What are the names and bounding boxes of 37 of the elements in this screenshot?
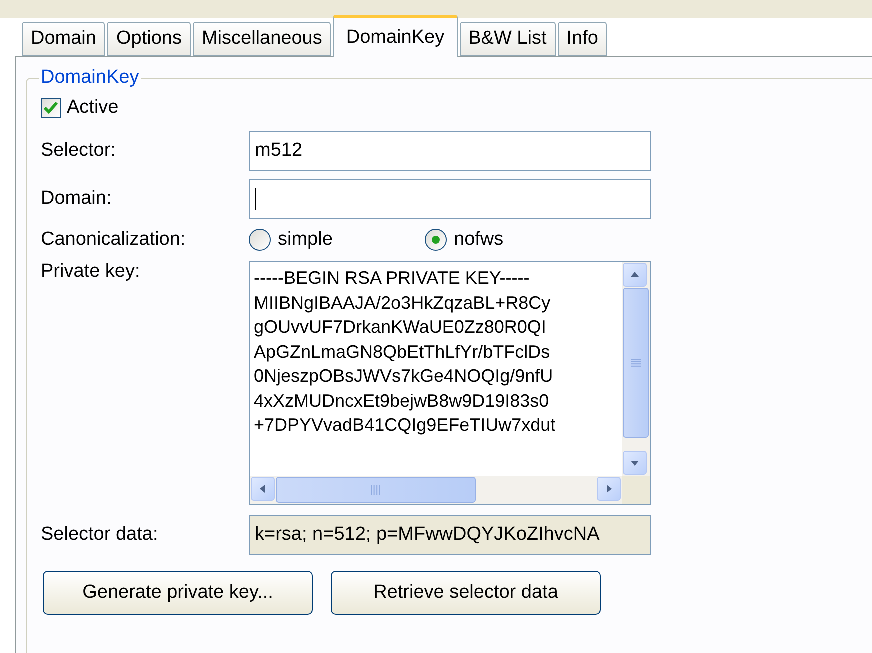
scrollbar-corner xyxy=(622,476,650,504)
action-button[interactable]: Generate private key... xyxy=(43,571,313,615)
checkbox-label: Active xyxy=(67,97,119,119)
selector-field[interactable]: m512 xyxy=(249,131,651,171)
field-label: Domain: xyxy=(41,188,113,210)
key-line: 0NjeszpOBsJWVs7kGe4NOQIg/9nfU xyxy=(254,365,554,388)
action-button[interactable]: Retrieve selector data xyxy=(331,571,601,615)
key-line: gOUvvUF7DrkanKWaUE0Zz80R0QI xyxy=(254,316,548,339)
selector-data-field[interactable]: k=rsa; n=512; p=MFwwDQYJKoZIhvcNA xyxy=(249,515,651,555)
radio-label: nofws xyxy=(454,229,504,251)
tab[interactable]: Info xyxy=(558,22,608,56)
active-checkbox[interactable] xyxy=(41,98,61,118)
key-line: +7DPYVvadB41CQIg9EFeTIUw7xdut xyxy=(254,414,557,437)
vertical-scrollbar[interactable] xyxy=(622,262,650,476)
tab[interactable]: Options xyxy=(107,22,191,56)
group-title: DomainKey xyxy=(40,67,140,89)
grip-icon xyxy=(630,358,642,368)
key-line: MIIBNgIBAAJA/2o3HkZqzaBL+R8Cy xyxy=(254,292,552,315)
tab[interactable]: DomainKey xyxy=(333,15,458,57)
tab[interactable]: B&W List xyxy=(460,22,556,56)
key-line: 4xXzMUDncxEt9bejwB8w9D19I83s0 xyxy=(254,390,550,413)
radio-label: simple xyxy=(278,229,333,251)
tab[interactable]: Miscellaneous xyxy=(192,22,332,56)
field-label: Selector data: xyxy=(41,524,160,546)
horizontal-scrollbar[interactable] xyxy=(250,476,622,504)
grip-icon xyxy=(370,484,382,496)
domain-field[interactable] xyxy=(249,179,651,219)
check-icon xyxy=(44,102,58,114)
field-label: Private key: xyxy=(41,261,142,283)
field-label: Canonicalization: xyxy=(41,229,187,251)
key-line: ApGZnLmaGN8QbEtThLfYr/bTFclDs xyxy=(254,340,552,364)
field-label: Selector: xyxy=(41,140,117,162)
key-line: -----BEGIN RSA PRIVATE KEY----- xyxy=(254,267,531,290)
tab[interactable]: Domain xyxy=(22,22,106,56)
private-key-textarea[interactable] xyxy=(249,261,651,505)
radio-button[interactable] xyxy=(425,229,447,251)
radio-button[interactable] xyxy=(249,229,271,251)
